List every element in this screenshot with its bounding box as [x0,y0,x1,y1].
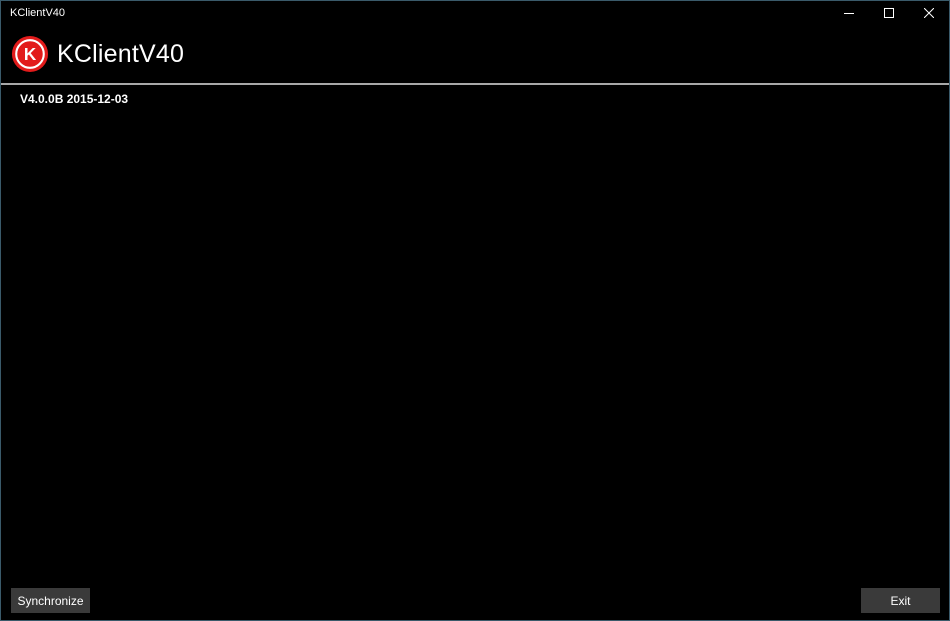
maximize-button[interactable] [869,1,909,25]
minimize-button[interactable] [829,1,869,25]
exit-button[interactable]: Exit [861,588,940,613]
app-header: K KClientV40 [1,25,949,83]
synchronize-button[interactable]: Synchronize [11,588,90,613]
version-label: V4.0.0B 2015-12-03 [20,92,129,106]
close-icon [924,8,934,18]
title-bar[interactable]: KClientV40 [1,1,949,25]
k-logo-icon: K [11,35,49,73]
app-window: KClientV40 K KClientV40 V4.0.0B 2015-12-… [0,0,950,621]
minimize-icon [844,13,854,14]
window-controls [829,1,949,25]
app-name: KClientV40 [57,39,185,68]
header-divider [1,83,949,85]
maximize-icon [884,8,894,18]
window-title: KClientV40 [10,7,66,19]
close-button[interactable] [909,1,949,25]
logo-letter: K [24,45,37,64]
